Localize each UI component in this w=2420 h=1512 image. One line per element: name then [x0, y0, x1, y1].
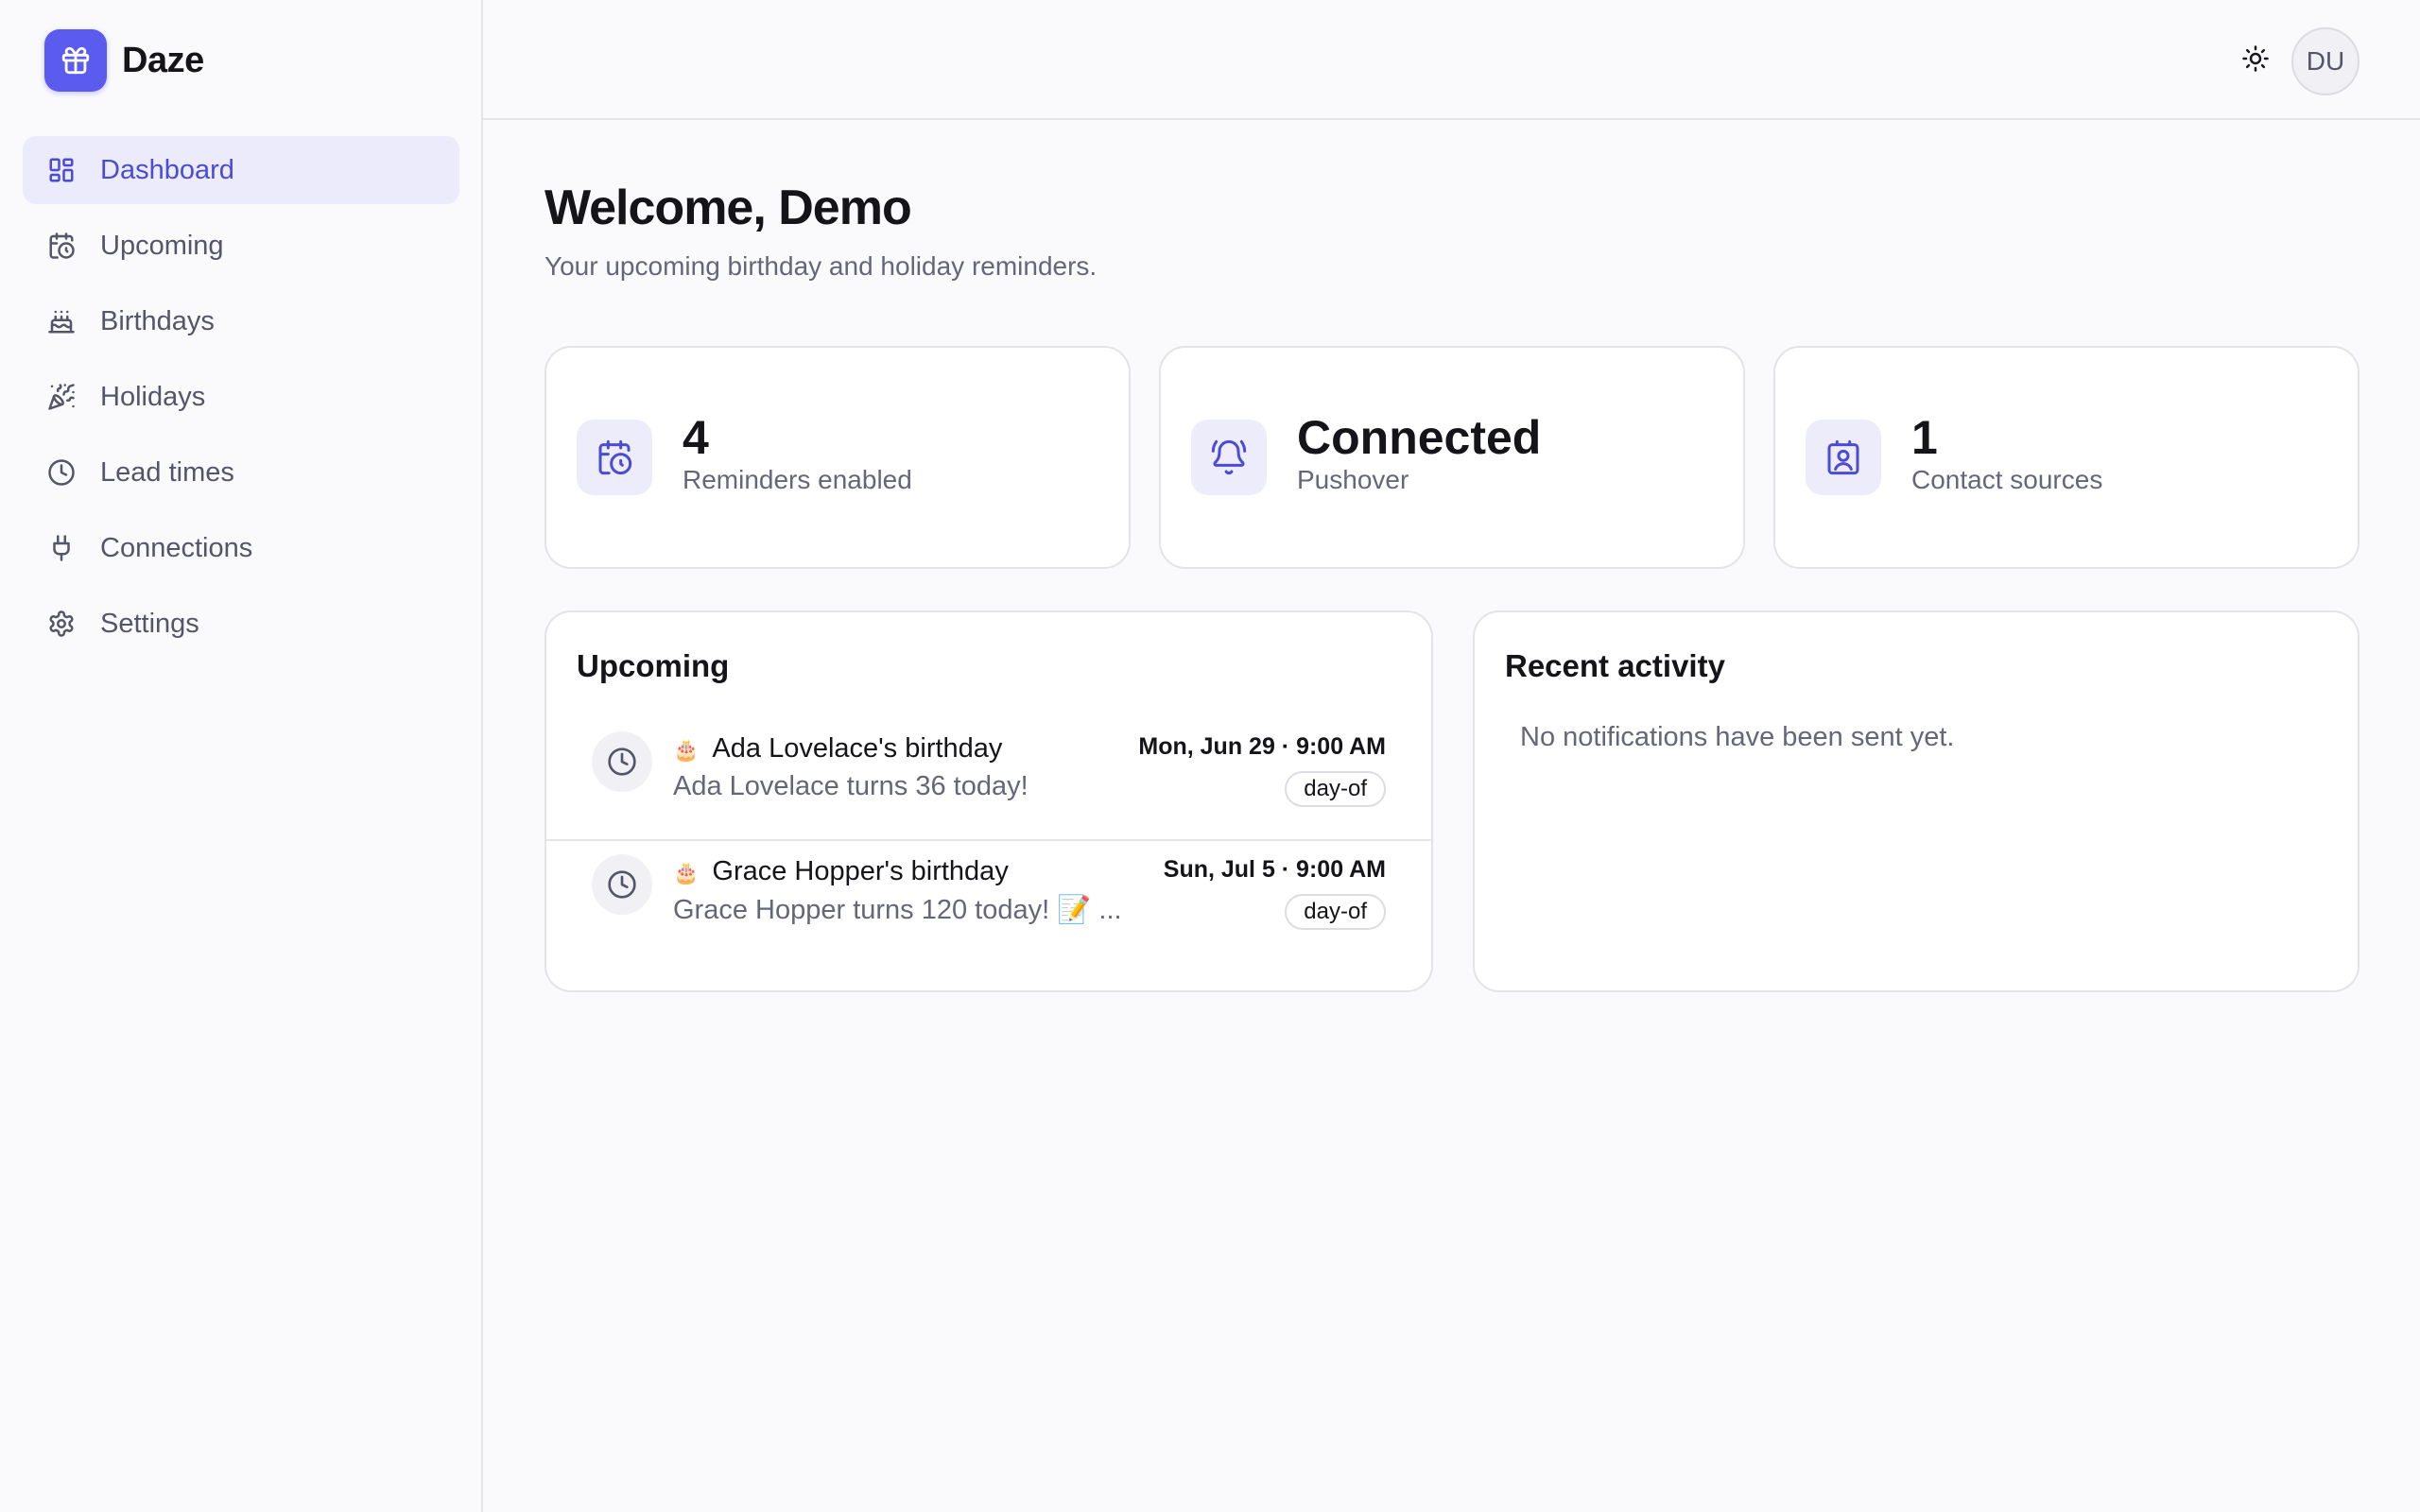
sidebar-item-upcoming[interactable]: Upcoming — [23, 212, 459, 280]
gear-icon — [45, 608, 78, 640]
cake-icon — [45, 305, 78, 337]
stat-value: Connected — [1297, 411, 1542, 464]
upcoming-panel: Upcoming 🎂 Ada Lovelace's birthday Ada Lo… — [544, 610, 1433, 992]
lead-time-badge: day-of — [1285, 771, 1386, 807]
clock-icon — [592, 854, 652, 915]
list-item[interactable]: 🎂 Grace Hopper's birthday Grace Hopper tu… — [546, 839, 1431, 962]
sun-icon — [2241, 44, 2270, 77]
avatar[interactable]: DU — [2291, 27, 2360, 95]
brand[interactable]: Daze — [44, 29, 204, 92]
stat-label: Contact sources — [1911, 465, 2103, 494]
lead-time-badge: day-of — [1285, 894, 1386, 930]
reminder-title-text: Grace Hopper's birthday — [712, 856, 1009, 886]
cake-emoji-icon: 🎂 — [673, 738, 700, 762]
topbar: DU — [483, 0, 2420, 120]
page-title: Welcome, Demo — [544, 180, 912, 235]
calendar-clock-icon — [45, 230, 78, 262]
sidebar: Daze Dashboard Upcoming Birthdays Holida… — [0, 0, 483, 1512]
gift-icon — [44, 29, 107, 92]
reminder-date: Sun, Jul 5 · 9:00 AM — [1163, 856, 1386, 883]
party-popper-icon — [45, 381, 78, 413]
empty-state-text: No notifications have been sent yet. — [1520, 722, 1955, 752]
sidebar-item-label: Lead times — [100, 456, 234, 488]
list-item[interactable]: 🎂 Ada Lovelace's birthday Ada Lovelace tu… — [546, 716, 1431, 839]
contact-icon — [1806, 420, 1881, 495]
reminder-message: Ada Lovelace turns 36 today! — [673, 771, 1028, 801]
brand-name: Daze — [122, 40, 204, 80]
recent-activity-panel: Recent activity No notifications have be… — [1473, 610, 2360, 992]
sidebar-item-dashboard[interactable]: Dashboard — [23, 136, 459, 204]
sidebar-item-birthdays[interactable]: Birthdays — [23, 287, 459, 355]
reminder-title: 🎂 Ada Lovelace's birthday — [673, 733, 1002, 765]
stat-value: 1 — [1911, 411, 1938, 464]
stat-label: Reminders enabled — [683, 465, 912, 494]
sidebar-item-label: Holidays — [100, 381, 206, 412]
sidebar-item-lead-times[interactable]: Lead times — [23, 438, 459, 507]
dashboard-icon — [45, 154, 78, 186]
reminder-date: Mon, Jun 29 · 9:00 AM — [1138, 733, 1386, 760]
clock-icon — [592, 731, 652, 792]
bell-ring-icon — [1191, 420, 1267, 495]
upcoming-title: Upcoming — [577, 648, 730, 683]
cake-emoji-icon: 🎂 — [673, 861, 700, 885]
sidebar-item-label: Upcoming — [100, 230, 224, 261]
clock-icon — [45, 456, 78, 489]
calendar-clock-icon — [577, 420, 652, 495]
sidebar-item-settings[interactable]: Settings — [23, 590, 459, 658]
sidebar-item-label: Dashboard — [100, 154, 234, 185]
theme-toggle-button[interactable] — [2237, 42, 2274, 79]
plug-icon — [45, 532, 78, 564]
stats-row: 4 Reminders enabled Connected Pushover 1… — [544, 346, 2360, 569]
reminder-title-text: Ada Lovelace's birthday — [712, 733, 1003, 764]
main-content: Welcome, Demo Your upcoming birthday and… — [544, 180, 2360, 992]
sidebar-item-connections[interactable]: Connections — [23, 514, 459, 582]
stat-value: 4 — [683, 411, 709, 464]
reminder-message: Grace Hopper turns 120 today! 📝 ... — [673, 895, 1122, 925]
stat-label: Pushover — [1297, 465, 1409, 494]
sidebar-item-holidays[interactable]: Holidays — [23, 363, 459, 431]
stat-card-contact-sources: 1 Contact sources — [1773, 346, 2360, 569]
page-subtitle: Your upcoming birthday and holiday remin… — [544, 251, 1098, 281]
stat-card-reminders: 4 Reminders enabled — [544, 346, 1131, 569]
sidebar-item-label: Birthdays — [100, 305, 215, 336]
recent-activity-title: Recent activity — [1505, 648, 1725, 683]
reminder-title: 🎂 Grace Hopper's birthday — [673, 856, 1009, 887]
sidebar-nav: Dashboard Upcoming Birthdays Holidays Le… — [23, 136, 459, 665]
sidebar-item-label: Connections — [100, 532, 253, 563]
sidebar-item-label: Settings — [100, 608, 199, 639]
stat-card-pushover: Connected Pushover — [1159, 346, 1745, 569]
